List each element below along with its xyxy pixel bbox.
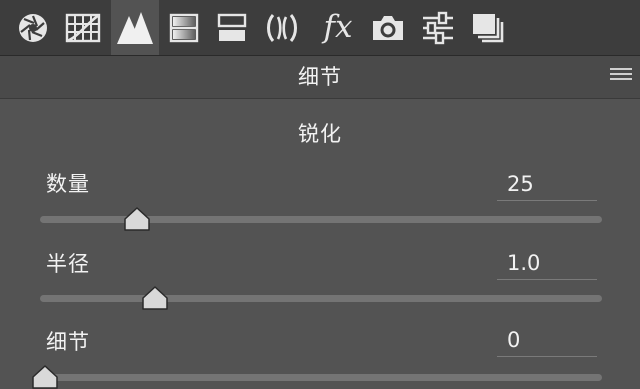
aperture-icon <box>19 13 47 42</box>
tool-basic[interactable] <box>12 0 54 55</box>
detail-slider-track[interactable] <box>40 374 602 381</box>
presets-sliders-icon <box>423 11 453 44</box>
camera-calibration-icon <box>373 15 403 40</box>
section-header: 细节 <box>0 56 640 99</box>
detail-slider-thumb[interactable] <box>31 364 59 389</box>
tool-lens-corrections[interactable] <box>262 0 302 55</box>
radius-label: 半径 <box>46 252 90 276</box>
effects-fx-icon: fx <box>323 9 353 45</box>
tool-presets[interactable] <box>416 0 460 55</box>
tool-split-toning[interactable] <box>212 0 252 55</box>
lens-correction-icon <box>267 13 297 42</box>
tool-effects[interactable]: fx <box>315 0 361 55</box>
detail-value-field[interactable]: 0 <box>497 325 597 357</box>
sharpening-title: 锐化 <box>298 122 342 146</box>
amount-value-field[interactable]: 25 <box>497 169 597 201</box>
hsl-gradient-icon <box>169 13 199 42</box>
panel-menu-icon[interactable] <box>610 68 632 84</box>
snapshots-stack-icon <box>473 13 504 42</box>
radius-slider-thumb[interactable] <box>141 285 169 311</box>
radius-slider-track[interactable] <box>40 295 602 302</box>
tool-snapshots[interactable] <box>466 0 510 55</box>
tone-curve-grid-icon <box>65 13 101 42</box>
panel-toolbar: fx <box>0 0 640 56</box>
tool-tone-curve[interactable] <box>60 0 106 55</box>
amount-label: 数量 <box>46 172 90 196</box>
split-toning-icon <box>217 13 247 41</box>
tool-detail[interactable] <box>111 0 159 55</box>
tool-hsl[interactable] <box>164 0 204 55</box>
detail-label: 细节 <box>46 330 90 354</box>
detail-triangles-icon <box>117 11 153 44</box>
radius-value-field[interactable]: 1.0 <box>497 248 597 280</box>
section-title: 细节 <box>298 65 342 89</box>
tool-camera-calibration[interactable] <box>366 0 410 55</box>
detail-panel: fx 细节 锐化 数量 25 半径 1.0 细节 0 <box>0 0 640 389</box>
amount-slider-thumb[interactable] <box>123 206 151 232</box>
